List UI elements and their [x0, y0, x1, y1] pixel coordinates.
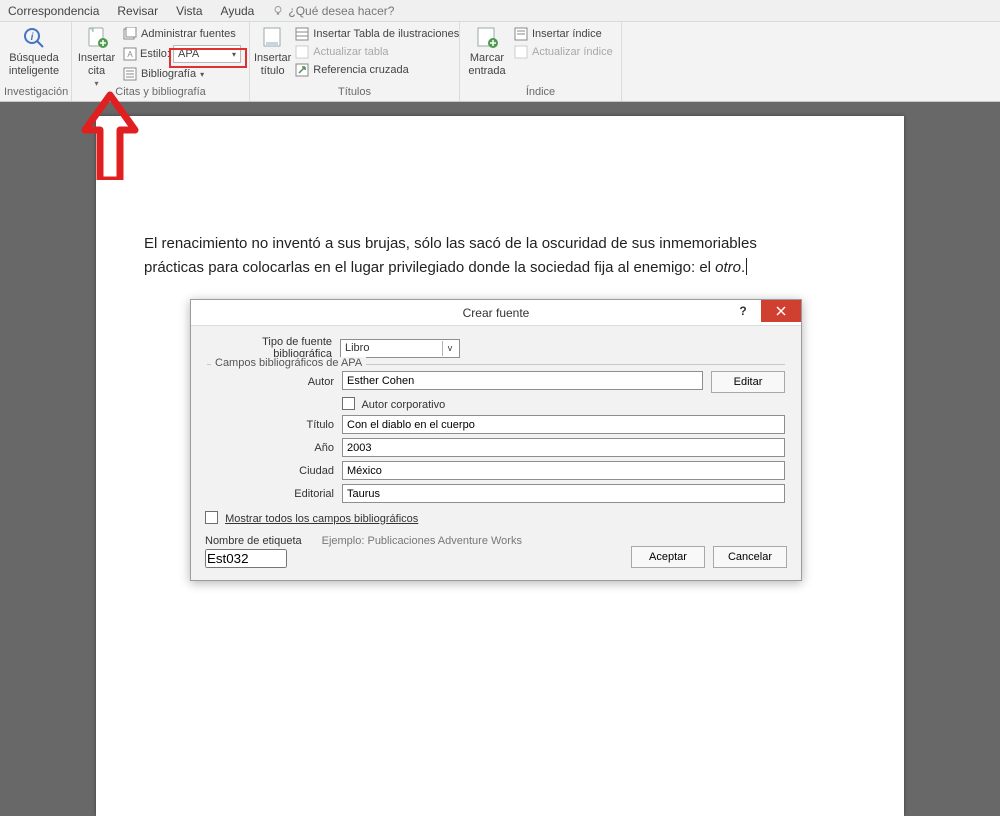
show-all-fields-checkbox[interactable] [205, 511, 218, 524]
fieldset-legend: Campos bibliográficos de APA [211, 357, 366, 369]
update-table-icon [295, 45, 309, 59]
tagname-label: Nombre de etiqueta [205, 535, 302, 547]
cross-ref-icon [295, 63, 309, 77]
text-cursor [746, 258, 747, 275]
insert-citation-button[interactable]: Insertar cita ▾ [76, 24, 117, 88]
apa-fieldset: Campos bibliográficos de APA Autor Edita… [207, 364, 785, 503]
insert-caption-label: Insertar título [254, 52, 291, 77]
manage-sources-label: Administrar fuentes [141, 28, 236, 40]
update-index-label: Actualizar índice [532, 46, 613, 58]
dialog-help-button[interactable]: ? [729, 300, 757, 322]
chevron-down-icon: ▾ [200, 70, 204, 79]
bibliography-button[interactable]: Bibliografía ▾ [119, 66, 245, 82]
city-label: Ciudad [207, 465, 342, 477]
example-text: Ejemplo: Publicaciones Adventure Works [322, 535, 522, 547]
chevron-down-icon: ▾ [232, 50, 236, 59]
update-index-icon [514, 45, 528, 59]
insert-index-button[interactable]: Insertar índice [510, 26, 617, 42]
mark-entry-icon [475, 26, 499, 50]
lightbulb-icon [272, 5, 284, 17]
style-icon: A [123, 47, 137, 61]
mark-entry-button[interactable]: Marcar entrada [464, 24, 510, 77]
insert-caption-button[interactable]: Insertar título [254, 24, 291, 77]
year-input[interactable] [342, 438, 785, 457]
update-index-button: Actualizar índice [510, 44, 617, 60]
update-table-label: Actualizar tabla [313, 46, 388, 58]
doc-line-1: El renacimiento no inventó a sus brujas,… [144, 235, 757, 252]
year-label: Año [207, 442, 342, 454]
doc-line-2b: otro [715, 259, 741, 276]
insert-citation-label: Insertar cita [78, 52, 115, 77]
smart-lookup-button[interactable]: i Búsqueda inteligente [4, 24, 64, 77]
table-figures-label: Insertar Tabla de ilustraciones [313, 28, 459, 40]
svg-text:i: i [31, 32, 34, 43]
cross-ref-label: Referencia cruzada [313, 64, 408, 76]
manage-sources-icon [123, 27, 137, 41]
manage-sources-button[interactable]: Administrar fuentes [119, 26, 245, 42]
dialog-close-button[interactable] [761, 300, 801, 322]
ok-button[interactable]: Aceptar [631, 546, 705, 568]
dialog-title: Crear fuente [463, 306, 530, 320]
svg-text:A: A [127, 50, 133, 59]
author-label: Autor [207, 376, 342, 388]
source-type-value: Libro [345, 342, 369, 354]
cancel-button[interactable]: Cancelar [713, 546, 787, 568]
edit-author-button[interactable]: Editar [711, 371, 785, 393]
menu-ayuda[interactable]: Ayuda [221, 4, 255, 18]
group-label-indice: Índice [464, 86, 617, 101]
menu-bar: Correspondencia Revisar Vista Ayuda ¿Qué… [0, 0, 1000, 22]
mark-entry-label: Marcar entrada [468, 52, 505, 77]
document-paragraph: El renacimiento no inventó a sus brujas,… [144, 232, 860, 281]
citation-style-combo[interactable]: APA ▾ [173, 45, 241, 63]
table-figures-icon [295, 27, 309, 41]
group-label-titulos: Títulos [254, 86, 455, 101]
publisher-input[interactable] [342, 484, 785, 503]
doc-line-2a: prácticas para colocarlas en el lugar pr… [144, 259, 715, 276]
citation-style-row: A Estilo: APA ▾ [119, 44, 245, 64]
update-table-button: Actualizar tabla [291, 44, 463, 60]
caption-icon [261, 26, 285, 50]
tagname-input[interactable] [205, 549, 287, 568]
chevron-down-icon: v [442, 341, 457, 356]
title-input[interactable] [342, 415, 785, 434]
publisher-label: Editorial [207, 488, 342, 500]
source-type-combo[interactable]: Libro v [340, 339, 460, 358]
group-titulos: Insertar título Insertar Tabla de ilustr… [250, 22, 460, 101]
tell-me-label: ¿Qué desea hacer? [288, 4, 394, 18]
group-label-investigacion: Investigación [4, 86, 67, 101]
group-indice: Marcar entrada Insertar índice Actualiza… [460, 22, 622, 101]
author-input[interactable] [342, 371, 703, 390]
magnifier-info-icon: i [22, 26, 46, 50]
tell-me-search[interactable]: ¿Qué desea hacer? [272, 4, 394, 18]
dialog-body: Tipo de fuente bibliográfica Libro v Cam… [191, 326, 801, 580]
dialog-titlebar[interactable]: Crear fuente ? [191, 300, 801, 326]
group-investigacion: i Búsqueda inteligente Investigación [0, 22, 72, 101]
group-citas: Insertar cita ▾ Administrar fuentes A Es… [72, 22, 250, 101]
insert-table-figures-button[interactable]: Insertar Tabla de ilustraciones [291, 26, 463, 42]
show-all-fields-label[interactable]: Mostrar todos los campos bibliográficos [225, 513, 418, 525]
group-label-citas: Citas y bibliografía [76, 86, 245, 101]
menu-vista[interactable]: Vista [176, 4, 202, 18]
style-label: Estilo: [140, 48, 170, 60]
insert-index-icon [514, 27, 528, 41]
bibliography-icon [123, 67, 137, 81]
corporate-author-label: Autor corporativo [361, 399, 445, 411]
close-icon [776, 306, 786, 316]
insert-index-label: Insertar índice [532, 28, 602, 40]
ribbon: i Búsqueda inteligente Investigación Ins… [0, 22, 1000, 102]
city-input[interactable] [342, 461, 785, 480]
create-source-dialog: Crear fuente ? Tipo de fuente bibliográf… [190, 299, 802, 581]
doc-line-2c: . [741, 259, 745, 276]
cross-reference-button[interactable]: Referencia cruzada [291, 62, 463, 78]
title-label: Título [207, 419, 342, 431]
bibliography-label: Bibliografía [141, 68, 196, 80]
corporate-author-checkbox[interactable] [342, 397, 355, 410]
smart-lookup-label: Búsqueda inteligente [9, 52, 59, 77]
citation-style-value: APA [178, 48, 199, 60]
insert-citation-icon [85, 26, 109, 50]
menu-correspondencia[interactable]: Correspondencia [8, 4, 99, 18]
menu-revisar[interactable]: Revisar [117, 4, 158, 18]
